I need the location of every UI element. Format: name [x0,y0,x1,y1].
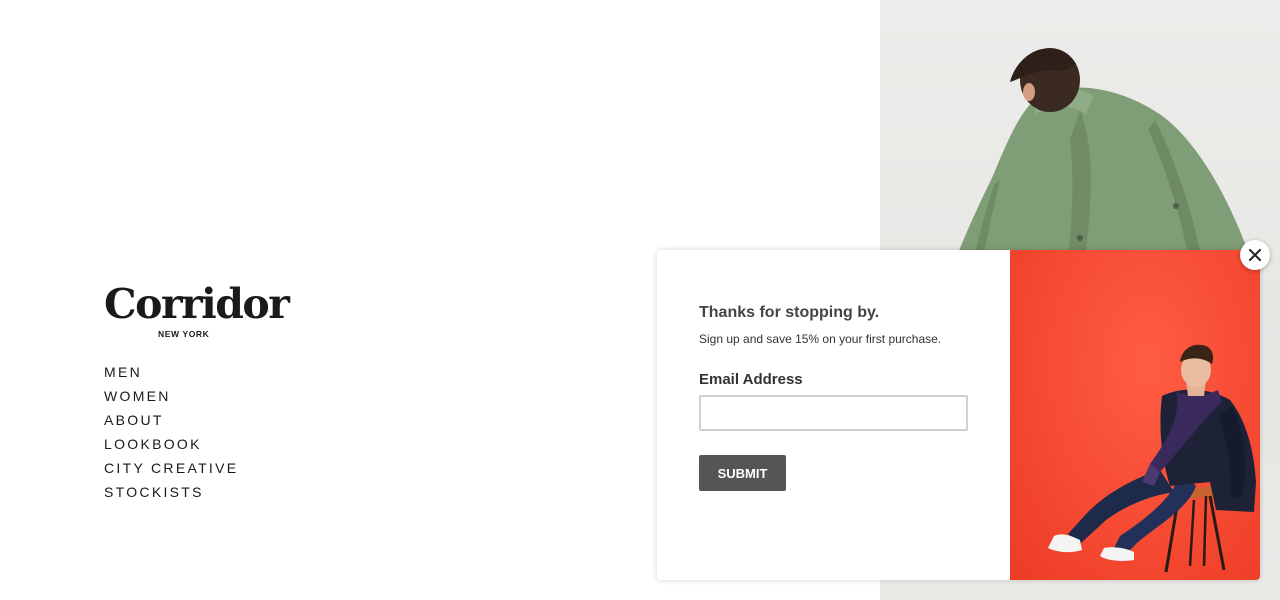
email-field[interactable] [699,395,968,431]
nav-item-stockists[interactable]: STOCKISTS [104,480,238,504]
submit-button[interactable]: SUBMIT [699,455,786,491]
popup-illustration [1048,344,1256,573]
main-nav: MEN WOMEN ABOUT LOOKBOOK CITY CREATIVE S… [104,360,238,504]
popup-subtitle: Sign up and save 15% on your first purch… [699,332,942,346]
brand-logo[interactable]: Corridor NEW YORK [104,282,290,339]
signup-popup: Thanks for stopping by. Sign up and save… [657,250,1260,580]
popup-title: Thanks for stopping by. [699,304,880,321]
signup-form: Thanks for stopping by. Sign up and save… [657,250,1010,580]
nav-item-lookbook[interactable]: LOOKBOOK [104,432,238,456]
close-popup-button[interactable] [1240,240,1270,270]
logo-location: NEW YORK [158,329,210,339]
nav-item-city-creative[interactable]: CITY CREATIVE [104,456,238,480]
logo-wordmark[interactable]: Corridor [104,282,290,326]
page: Corridor NEW YORK MEN WOMEN ABOUT LOOKBO… [0,0,1280,600]
popup-image [1010,250,1260,580]
nav-item-men[interactable]: MEN [104,360,238,384]
email-label: Email Address [699,371,803,388]
nav-item-women[interactable]: WOMEN [104,384,238,408]
nav-item-about[interactable]: ABOUT [104,408,238,432]
close-icon [1249,249,1261,261]
